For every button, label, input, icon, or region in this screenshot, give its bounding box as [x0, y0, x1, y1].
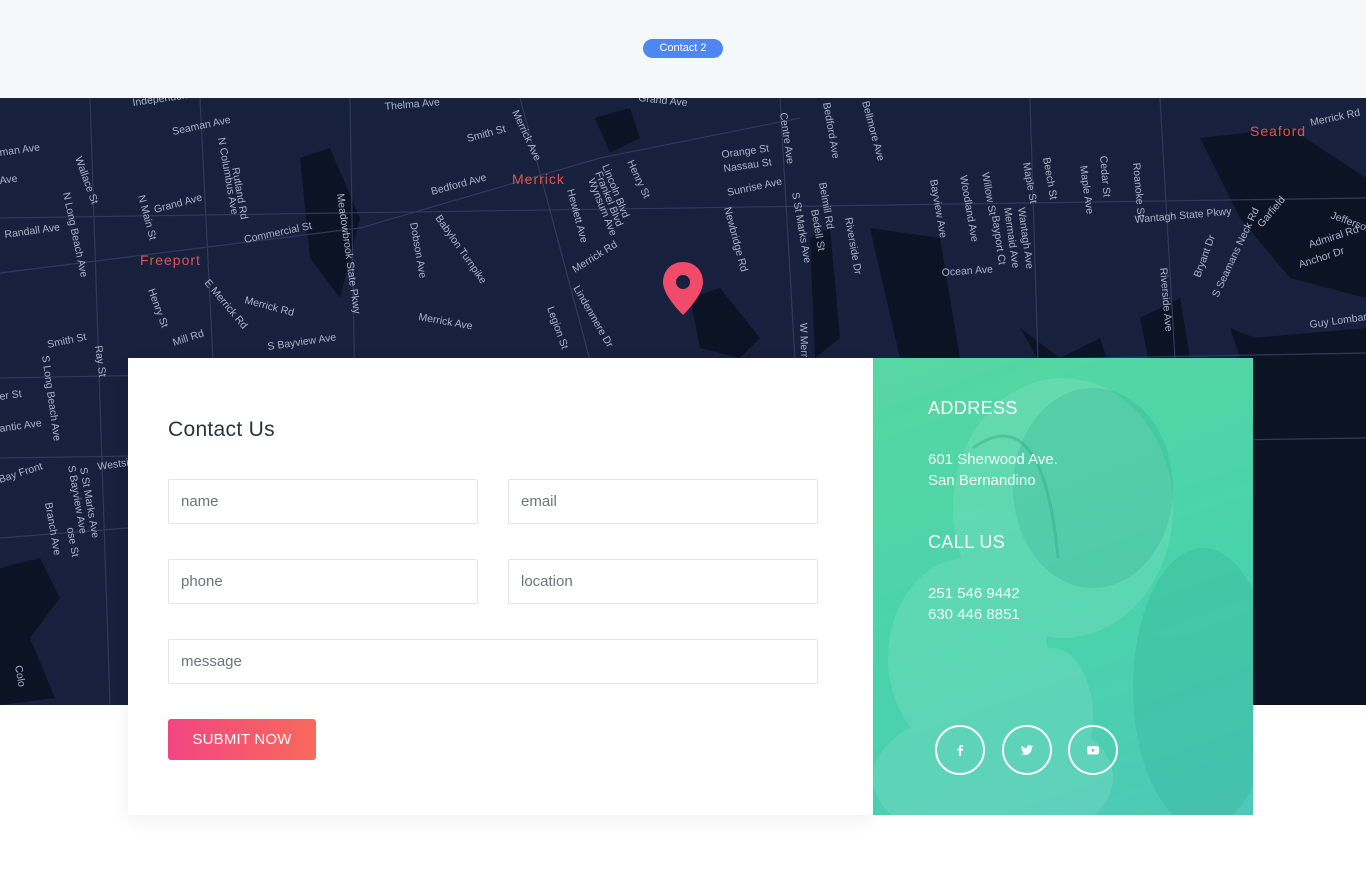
facebook-link[interactable] — [935, 725, 985, 775]
svg-text:N Long Beach Ave: N Long Beach Ave — [60, 191, 90, 279]
location-input[interactable] — [508, 559, 818, 604]
svg-text:Roanoke St: Roanoke St — [1130, 162, 1147, 218]
svg-text:Merrick Rd: Merrick Rd — [243, 294, 295, 319]
svg-text:Bedford Ave: Bedford Ave — [430, 172, 488, 198]
svg-text:Henry St: Henry St — [624, 158, 652, 200]
svg-text:Merrick: Merrick — [512, 171, 565, 187]
svg-text:Riverside Dr: Riverside Dr — [842, 216, 864, 275]
svg-text:Wantagh State Pkwy: Wantagh State Pkwy — [1134, 206, 1232, 226]
phone-number-2: 630 446 8851 — [928, 606, 1020, 623]
svg-text:Grand Ave: Grand Ave — [638, 98, 689, 109]
svg-text:S Seamans Neck Rd: S Seamans Neck Rd — [1210, 206, 1262, 300]
svg-text:Willow St: Willow St — [979, 171, 998, 216]
svg-text:Lindenmere Dr: Lindenmere Dr — [570, 284, 615, 351]
top-bar: Contact 2 — [0, 0, 1366, 98]
svg-text:Newbridge Rd: Newbridge Rd — [721, 206, 750, 274]
submit-button[interactable]: SUBMIT NOW — [168, 719, 316, 760]
svg-text:Independence: Independence — [132, 98, 200, 109]
svg-text:man Ave: man Ave — [0, 141, 41, 159]
youtube-link[interactable] — [1068, 725, 1118, 775]
page-badge: Contact 2 — [643, 39, 723, 58]
facebook-icon — [957, 745, 963, 756]
address-line-1: 601 Sherwood Ave. — [928, 451, 1058, 468]
svg-text:Bay Front: Bay Front — [0, 460, 44, 486]
svg-text:Cedar St: Cedar St — [1097, 155, 1113, 197]
svg-text:Seaford: Seaford — [1250, 123, 1306, 139]
svg-text:Maple St: Maple St — [1020, 161, 1039, 204]
svg-text:Smith St: Smith St — [466, 123, 508, 145]
twitter-link[interactable] — [1002, 725, 1052, 775]
svg-text:Merrick Ave: Merrick Ave — [509, 108, 543, 163]
svg-text:S Bayview Ave: S Bayview Ave — [267, 331, 337, 353]
svg-text:Ray St: Ray St — [92, 345, 108, 378]
svg-text:S Long Beach Ave: S Long Beach Ave — [39, 355, 63, 442]
message-input[interactable] — [168, 639, 818, 684]
address-heading: ADDRESS — [928, 398, 1018, 418]
email-input[interactable] — [508, 479, 818, 524]
contact-info-panel: ADDRESS 601 Sherwood Ave. San Bernandino… — [873, 358, 1253, 815]
svg-text:Grand Ave: Grand Ave — [153, 191, 204, 215]
svg-text:Smith St: Smith St — [46, 331, 87, 351]
svg-text:Branch Ave: Branch Ave — [42, 501, 63, 556]
svg-text:Bayview Ave: Bayview Ave — [927, 178, 949, 239]
svg-text:Thelma Ave: Thelma Ave — [384, 98, 440, 113]
svg-text:Beech St: Beech St — [1040, 156, 1059, 200]
svg-text:Guy Lombardo Ave: Guy Lombardo Ave — [1309, 307, 1366, 331]
svg-text:Henry St: Henry St — [145, 287, 170, 330]
svg-text:Ave: Ave — [0, 173, 18, 187]
svg-text:er St: er St — [0, 388, 22, 403]
contact-form-card: Contact Us SUBMIT NOW — [128, 358, 873, 815]
svg-text:Freeport: Freeport — [140, 252, 201, 268]
svg-text:Merrick Rd: Merrick Rd — [570, 238, 620, 275]
svg-text:Merrick Ave: Merrick Ave — [417, 311, 473, 332]
svg-text:Ocean Ave: Ocean Ave — [941, 263, 993, 279]
svg-text:antic Ave: antic Ave — [0, 417, 43, 435]
svg-text:Bellmore Ave: Bellmore Ave — [859, 100, 887, 163]
svg-text:Bryant Dr: Bryant Dr — [1192, 233, 1219, 279]
svg-text:Bedford Ave: Bedford Ave — [820, 101, 842, 159]
svg-text:Merrick Rd: Merrick Rd — [1309, 107, 1361, 129]
svg-text:N Main St: N Main St — [135, 194, 159, 242]
svg-text:Commercial St: Commercial St — [243, 220, 313, 246]
svg-text:Dobson Ave: Dobson Ave — [407, 221, 429, 279]
svg-text:Woodland Ave: Woodland Ave — [957, 174, 981, 243]
call-us-heading: CALL US — [928, 532, 1006, 552]
svg-text:S St Marks Ave: S St Marks Ave — [789, 191, 813, 264]
svg-text:Mill Rd: Mill Rd — [171, 327, 205, 348]
svg-text:Babylon Turnpike: Babylon Turnpike — [433, 213, 489, 286]
svg-text:Wallace St: Wallace St — [72, 155, 100, 206]
phone-input[interactable] — [168, 559, 478, 604]
address-line-2: San Bernandino — [928, 472, 1036, 489]
name-input[interactable] — [168, 479, 478, 524]
svg-text:Legion St: Legion St — [544, 305, 570, 351]
youtube-icon — [1087, 746, 1099, 755]
svg-text:Sunrise Ave: Sunrise Ave — [726, 176, 783, 199]
svg-text:Randall Ave: Randall Ave — [4, 221, 61, 241]
svg-text:Hewlett Ave: Hewlett Ave — [564, 188, 590, 245]
twitter-icon — [1020, 745, 1033, 756]
svg-text:Maple Ave: Maple Ave — [1077, 165, 1096, 215]
phone-number-1: 251 546 9442 — [928, 585, 1020, 602]
contact-form-title: Contact Us — [168, 418, 275, 441]
